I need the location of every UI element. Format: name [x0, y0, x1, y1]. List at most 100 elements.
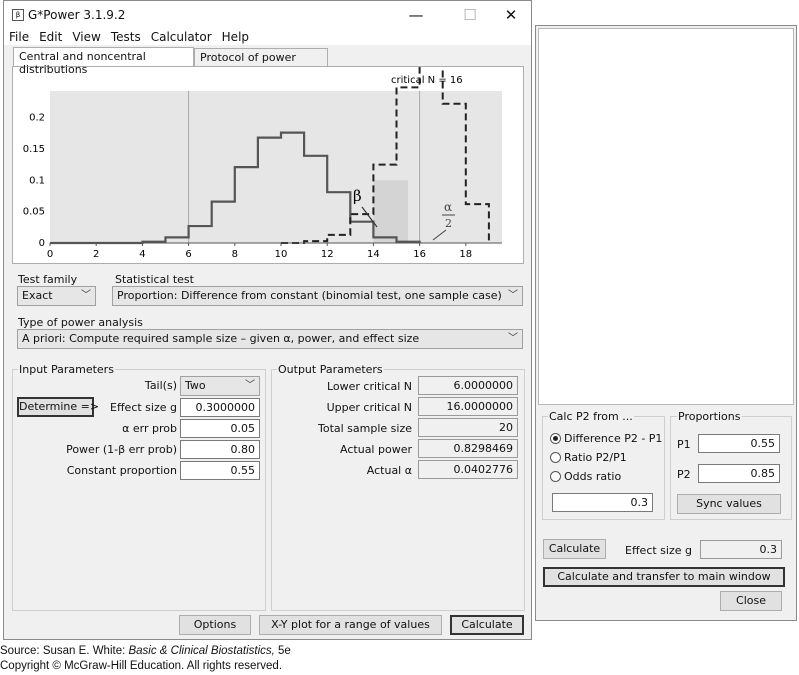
x-tick-label: 14 [367, 249, 380, 260]
constant-proportion-label: Constant proportion [66, 464, 177, 477]
power-field[interactable]: 0.80 [180, 440, 260, 459]
calc-p2-value-field[interactable]: 0.3 [552, 493, 653, 512]
x-tick-label: 0 [47, 249, 53, 260]
difference-radio[interactable] [550, 433, 561, 444]
menu-help[interactable]: Help [217, 29, 254, 45]
x-tick-label: 12 [321, 249, 334, 260]
window-title: G*Power 3.1.9.2 [28, 8, 126, 22]
odds-ratio-radio[interactable] [550, 471, 561, 482]
output-parameters-title: Output Parameters [277, 363, 384, 376]
power-analysis-value: A priori: Compute required sample size –… [22, 332, 420, 345]
source-prefix: Source: Susan E. White: [0, 645, 129, 657]
distribution-plot: 0.2 0.15 0.1 0.05 0 0 2 4 6 8 10 12 14 16 18 critical… [23, 67, 502, 260]
power-label: Power (1-β err prob) [66, 443, 177, 456]
effect-size-label: Effect size g [110, 401, 177, 414]
x-axis-ticks: 0 2 4 6 8 10 12 14 16 18 [47, 243, 472, 260]
transfer-button[interactable]: Calculate and transfer to main window [543, 567, 785, 587]
p2-field[interactable]: 0.85 [698, 464, 780, 483]
main-window: β G*Power 3.1.9.2 — ☐ ✕ File Edit View Test… [3, 0, 532, 640]
side-effect-size-value: 0.3 [700, 540, 782, 559]
y-tick-label: 0.15 [23, 144, 45, 155]
chevron-down-icon: ﹀ [508, 290, 518, 301]
effect-size-drawer: Calc P2 from ... Difference P2 - P1 Rati… [535, 25, 797, 621]
title-bar: β G*Power 3.1.9.2 — ☐ ✕ [4, 1, 531, 29]
x-tick-label: 18 [459, 249, 472, 260]
ratio-label: Ratio P2/P1 [564, 451, 627, 464]
statistical-test-select[interactable]: Proportion: Difference from constant (bi… [112, 286, 523, 306]
alpha-err-label: α err prob [122, 422, 177, 435]
lower-critical-value: 6.0000000 [418, 376, 518, 395]
x-tick-label: 10 [275, 249, 288, 260]
tails-value: Two [185, 379, 206, 392]
p2-label: P2 [677, 468, 691, 481]
effect-size-field[interactable]: 0.3000000 [180, 398, 260, 417]
y-tick-label: 0.05 [23, 207, 45, 218]
constant-proportion-field[interactable]: 0.55 [180, 461, 260, 480]
beta-region [373, 180, 409, 243]
alpha-err-field[interactable]: 0.05 [180, 419, 260, 438]
tails-select[interactable]: Two ﹀ [180, 376, 260, 396]
maximize-icon[interactable]: ☐ [447, 3, 493, 27]
input-parameters-title: Input Parameters [18, 363, 115, 376]
tails-label: Tail(s) [144, 379, 177, 392]
menu-view[interactable]: View [67, 29, 105, 45]
total-sample-size-label: Total sample size [317, 422, 412, 435]
p1-label: P1 [677, 438, 691, 451]
p1-field[interactable]: 0.55 [698, 434, 780, 453]
minimize-icon[interactable]: — [393, 3, 439, 27]
y-axis-ticks: 0.2 0.15 0.1 0.05 0 [23, 113, 45, 249]
actual-alpha-value: 0.0402776 [418, 460, 518, 479]
x-tick-label: 8 [232, 249, 238, 260]
close-icon[interactable]: ✕ [488, 3, 534, 27]
close-button[interactable]: Close [720, 591, 782, 611]
y-tick-label: 0.1 [29, 175, 45, 186]
plot-area [50, 91, 502, 243]
gpower-app-icon: β [12, 9, 24, 21]
statistical-test-value: Proportion: Difference from constant (bi… [117, 289, 502, 302]
x-tick-label: 4 [139, 249, 145, 260]
chevron-down-icon: ﹀ [508, 333, 518, 344]
test-family-select[interactable]: Exact ﹀ [17, 286, 96, 306]
tab-distributions[interactable]: Central and noncentral distributions [13, 47, 194, 76]
x-tick-label: 2 [93, 249, 99, 260]
test-family-label: Test family [18, 273, 78, 286]
menu-calculator[interactable]: Calculator [146, 29, 217, 45]
alpha-denominator: 2 [445, 217, 452, 230]
source-book-title: Basic & Clinical Biostatistics, [128, 645, 275, 657]
statistical-test-label: Statistical test [115, 273, 194, 286]
side-calculate-button[interactable]: Calculate [543, 539, 606, 559]
menu-file[interactable]: File [4, 29, 34, 45]
source-caption: Source: Susan E. White: Basic & Clinical… [0, 645, 291, 657]
drawer-blank-area [538, 28, 794, 405]
calculate-button[interactable]: Calculate [450, 615, 524, 635]
sync-values-button[interactable]: Sync values [677, 494, 781, 514]
menu-bar: File Edit View Tests Calculator Help [4, 29, 531, 45]
xy-plot-button[interactable]: X-Y plot for a range of values [259, 615, 442, 635]
y-tick-label: 0.2 [29, 113, 45, 124]
power-analysis-select[interactable]: A priori: Compute required sample size –… [17, 329, 523, 349]
menu-edit[interactable]: Edit [34, 29, 67, 45]
actual-power-value: 0.8298469 [418, 439, 518, 458]
proportions-title: Proportions [677, 410, 742, 423]
source-edition: 5e [274, 645, 291, 657]
y-tick-label: 0 [39, 238, 45, 249]
ratio-radio[interactable] [550, 452, 561, 463]
beta-label: β [353, 187, 362, 205]
alpha-label: α [444, 200, 452, 214]
distribution-plot-panel: 0.2 0.15 0.1 0.05 0 0 2 4 6 8 10 12 14 16 18 critical… [12, 66, 524, 264]
tab-protocol[interactable]: Protocol of power analyses [194, 48, 328, 77]
test-family-value: Exact [22, 289, 53, 302]
calc-p2-title: Calc P2 from ... [548, 410, 634, 423]
actual-power-label: Actual power [340, 443, 412, 456]
options-button[interactable]: Options [179, 615, 251, 635]
copyright-caption: Copyright © McGraw-Hill Education. All r… [0, 660, 283, 672]
total-sample-size-value: 20 [418, 418, 518, 437]
difference-label: Difference P2 - P1 [564, 432, 663, 445]
upper-critical-label: Upper critical N [326, 401, 412, 414]
actual-alpha-label: Actual α [366, 464, 412, 477]
upper-critical-value: 16.0000000 [418, 397, 518, 416]
lower-critical-label: Lower critical N [326, 380, 412, 393]
power-analysis-label: Type of power analysis [18, 316, 143, 329]
menu-tests[interactable]: Tests [106, 29, 146, 45]
critical-n-label: critical N = 16 [391, 75, 463, 86]
